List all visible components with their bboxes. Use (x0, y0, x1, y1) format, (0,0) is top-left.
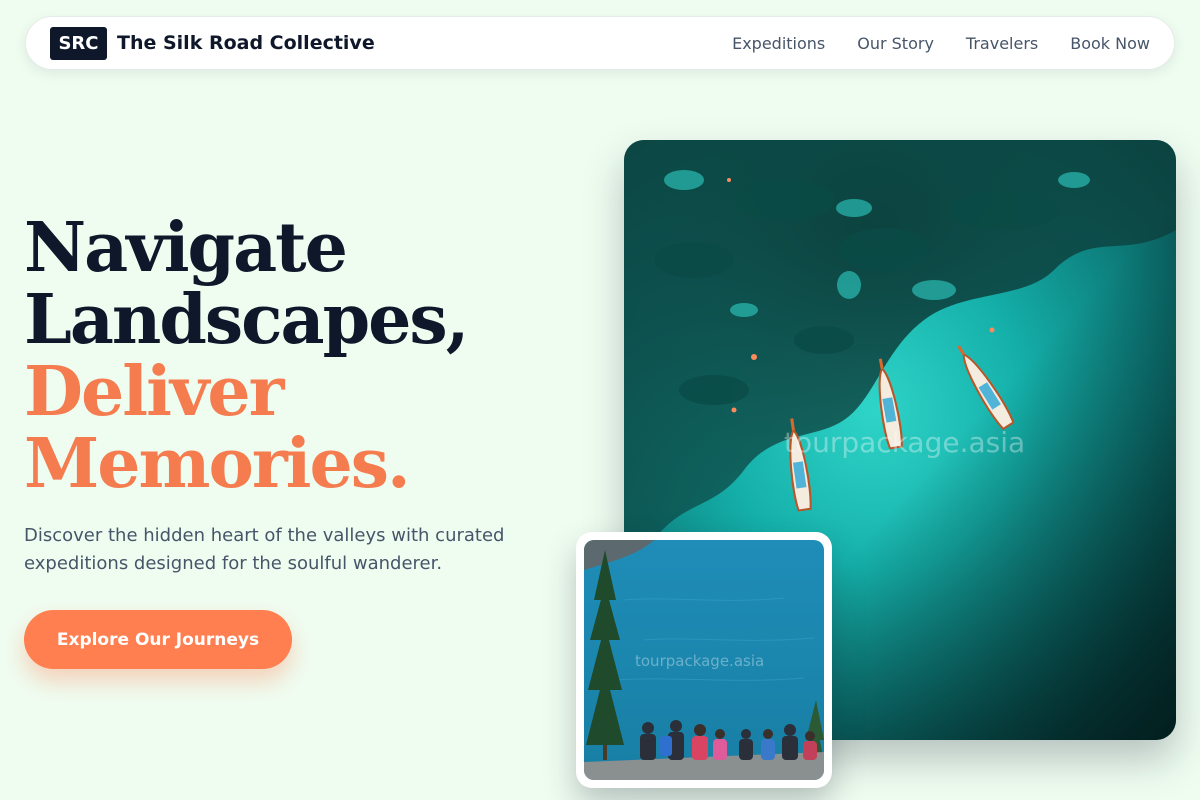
hero-headline: Navigate Landscapes, Deliver Memories. (24, 212, 584, 500)
card-watermark: tourpackage.asia (635, 652, 765, 670)
top-nav: SRC The Silk Road Collective Expeditions… (25, 16, 1175, 70)
hero-subtext: Discover the hidden heart of the valleys… (24, 525, 505, 574)
explore-journeys-button[interactable]: Explore Our Journeys (24, 610, 292, 669)
pine-tree (586, 550, 624, 760)
nav-links: Expeditions Our Story Travelers Book Now (700, 34, 1150, 53)
main-watermark: tourpackage.asia (784, 426, 1026, 459)
headline-line-1: Navigate (24, 208, 348, 288)
headline-line-2: Landscapes, (24, 280, 469, 360)
brand[interactable]: SRC The Silk Road Collective (50, 26, 375, 60)
headline-line-4: Memories. (24, 424, 411, 504)
nav-link-expeditions[interactable]: Expeditions (732, 34, 825, 53)
lake-photo-card: tourpackage.asia (576, 532, 832, 788)
nav-link-our-story[interactable]: Our Story (857, 34, 934, 53)
nav-link-book-now[interactable]: Book Now (1070, 34, 1150, 53)
brand-name[interactable]: The Silk Road Collective (117, 32, 375, 54)
nav-link-travelers[interactable]: Travelers (966, 34, 1038, 53)
brand-logo[interactable]: SRC (50, 26, 107, 60)
landing-page: SRC The Silk Road Collective Expeditions… (0, 0, 1200, 800)
lake-photo: tourpackage.asia (584, 540, 824, 780)
hikers-group (640, 720, 817, 760)
rocky-shore (584, 540, 654, 570)
headline-line-3: Deliver (24, 352, 285, 432)
